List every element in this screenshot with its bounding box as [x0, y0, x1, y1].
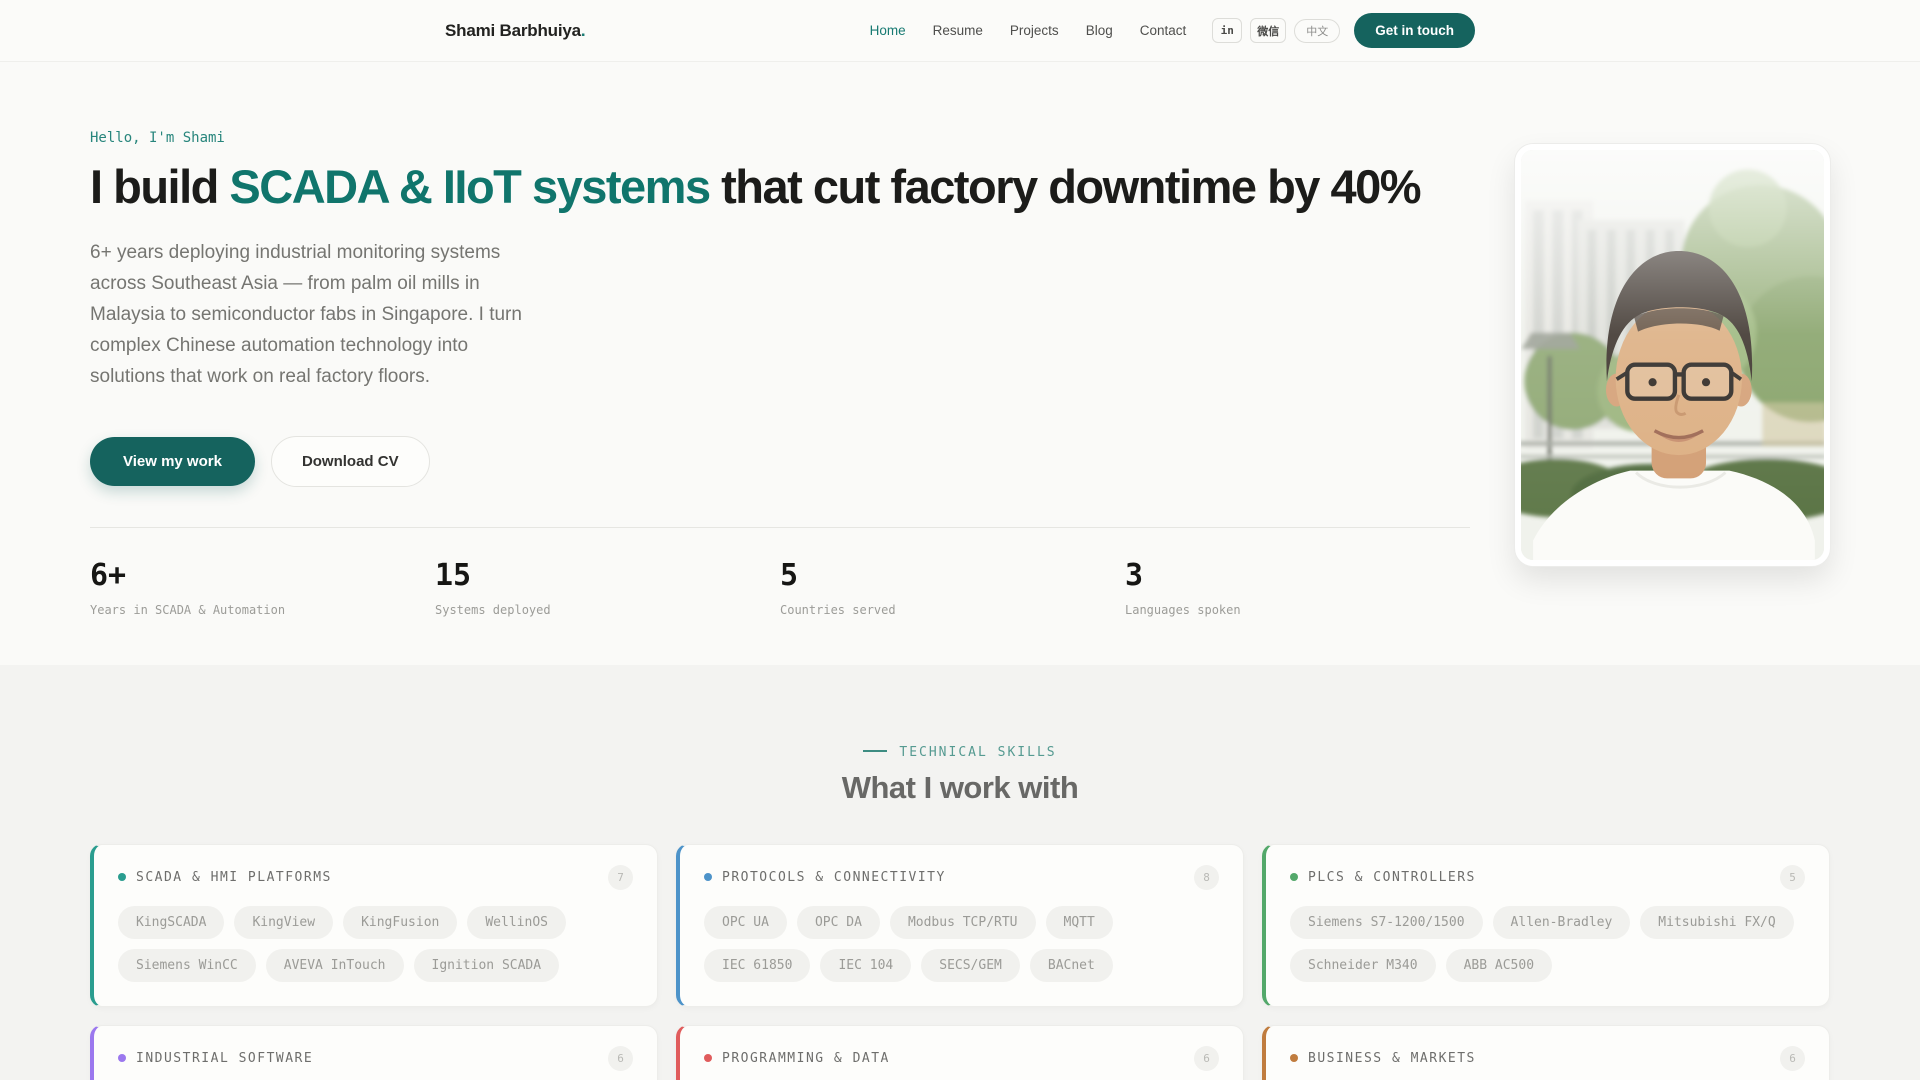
category-dot-icon	[704, 1054, 712, 1063]
skill-card: PROGRAMMING & DATA6PythonSQLC#Structured…	[676, 1024, 1244, 1080]
nav-link-contact[interactable]: Contact	[1140, 23, 1187, 38]
brand-dot: .	[580, 20, 586, 40]
stat-item: 5 Countries served	[780, 558, 1125, 617]
category-dot-icon	[1290, 1054, 1298, 1063]
stat-value: 15	[435, 557, 472, 593]
skill-card-header: INDUSTRIAL SOFTWARE 6	[118, 1045, 633, 1071]
skill-card: BUSINESS & MARKETS6Technical Pre-salesSo…	[1262, 1024, 1830, 1080]
skill-tag: KingFusion	[343, 905, 458, 939]
brand-name: Shami Barbhuiya	[445, 20, 581, 40]
category-dot-icon	[118, 873, 126, 882]
stats-row: 6+ Years in SCADA & Automation 15 Systems d…	[90, 526, 1470, 617]
skill-card-title: INDUSTRIAL SOFTWARE	[136, 1050, 314, 1066]
skill-tag: KingSCADA	[118, 905, 225, 939]
brand-logo[interactable]: Shami Barbhuiya.	[445, 20, 586, 41]
eyebrow-dash-icon	[863, 750, 888, 753]
skill-tag: BACnet	[1029, 948, 1113, 982]
main-nav: Home Resume Projects Blog Contact	[870, 23, 1187, 38]
skill-card-header: SCADA & HMI PLATFORMS 7	[118, 864, 633, 890]
skill-card-title: PLCS & CONTROLLERS	[1308, 869, 1476, 885]
category-dot-icon	[704, 873, 712, 882]
skill-card: PROTOCOLS & CONNECTIVITY 8 OPC UA OPC DA Mod…	[676, 843, 1244, 1007]
skill-tag: OPC DA	[796, 905, 880, 939]
skill-tag: Siemens WinCC	[118, 948, 256, 982]
skill-count-badge: 6	[1194, 1045, 1219, 1071]
skill-tags: OPC UA OPC DA Modbus TCP/RTU MQTT IEC 61850 I…	[704, 905, 1219, 982]
skill-tag: Schneider M340	[1290, 948, 1436, 982]
skills-section: TECHNICAL SKILLS What I work with SCADA …	[0, 664, 1920, 1080]
skill-tags: Siemens S7-1200/1500 Allen-Bradley Mitsubi…	[1290, 905, 1805, 982]
nav-link-blog[interactable]: Blog	[1086, 23, 1113, 38]
stat-item: 15 Systems deployed	[435, 558, 780, 617]
stat-item: 3 Languages spoken	[1125, 558, 1470, 617]
skill-tag: SECS/GEM	[921, 948, 1020, 982]
skill-tag: Modbus TCP/RTU	[889, 905, 1036, 939]
skill-tag: WellinOS	[467, 905, 566, 939]
skill-card-title: PROTOCOLS & CONNECTIVITY	[722, 869, 946, 885]
linkedin-badge[interactable]: in	[1212, 18, 1243, 43]
skill-tag: Ignition SCADA	[413, 948, 560, 982]
skill-count-badge: 5	[1780, 864, 1805, 890]
skill-count-badge: 6	[608, 1045, 633, 1071]
nav-link-resume[interactable]: Resume	[933, 23, 983, 38]
stat-value: 5	[780, 557, 799, 593]
nav-link-home[interactable]: Home	[870, 23, 906, 38]
stat-label: Systems deployed	[435, 602, 551, 617]
skill-tag: OPC UA	[704, 905, 787, 939]
skill-tag: Allen-Bradley	[1492, 905, 1631, 939]
eyebrow-label: TECHNICAL SKILLS	[899, 744, 1057, 760]
category-dot-icon	[118, 1054, 126, 1063]
skill-card-header: PROGRAMMING & DATA 6	[704, 1045, 1219, 1071]
skill-count-badge: 7	[608, 864, 633, 890]
skill-card-header: PROTOCOLS & CONNECTIVITY 8	[704, 864, 1219, 890]
stat-item: 6+ Years in SCADA & Automation	[90, 558, 435, 617]
skill-card-header: BUSINESS & MARKETS 6	[1290, 1045, 1805, 1071]
headline-suffix: that cut factory downtime by 40%	[709, 160, 1421, 213]
skill-card-title: SCADA & HMI PLATFORMS	[136, 869, 332, 885]
hero-headline: I build SCADA & IIoT systems that cut fa…	[90, 160, 1470, 213]
stat-value: 6+	[90, 557, 127, 593]
skills-grid: SCADA & HMI PLATFORMS 7 KingSCADA KingView K…	[90, 843, 1830, 1080]
skill-card: PLCS & CONTROLLERS 5 Siemens S7-1200/1500 A…	[1262, 843, 1830, 1007]
skill-card-title: BUSINESS & MARKETS	[1308, 1050, 1476, 1066]
headline-highlight: SCADA & IIoT systems	[229, 160, 711, 213]
skill-tag: IEC 61850	[704, 948, 811, 982]
skill-tag: MQTT	[1045, 905, 1113, 939]
stat-value: 3	[1125, 557, 1144, 593]
hero-section: Hello, I'm Shami I build SCADA & IIoT sy…	[0, 62, 1920, 665]
portrait-photo	[1515, 144, 1830, 566]
category-dot-icon	[1290, 873, 1298, 882]
skill-card-title: PROGRAMMING & DATA	[722, 1050, 890, 1066]
portrait-photo-illustration	[1521, 150, 1824, 560]
section-eyebrow: TECHNICAL SKILLS	[90, 745, 1830, 760]
site-header: Shami Barbhuiya. Home Resume Projects Blog C…	[0, 0, 1920, 62]
skill-count-badge: 6	[1780, 1045, 1805, 1071]
nav-link-projects[interactable]: Projects	[1010, 23, 1059, 38]
skill-card: SCADA & HMI PLATFORMS 7 KingSCADA KingView K…	[90, 843, 658, 1007]
headline-prefix: I build	[90, 160, 230, 213]
download-cv-button[interactable]: Download CV	[270, 435, 430, 487]
view-work-button[interactable]: View my work	[90, 436, 255, 486]
skill-tag: ABB AC500	[1445, 948, 1553, 982]
skill-card: INDUSTRIAL SOFTWARE6KingHistorianKingIOS…	[90, 1024, 658, 1080]
skill-tag: IEC 104	[820, 948, 912, 982]
get-in-touch-button[interactable]: Get in touch	[1354, 13, 1475, 48]
skill-card-header: PLCS & CONTROLLERS 5	[1290, 864, 1805, 890]
skill-tag: Siemens S7-1200/1500	[1290, 905, 1483, 939]
hero-greeting: Hello, I'm Shami	[90, 130, 225, 146]
skill-tag: Mitsubishi FX/Q	[1640, 905, 1794, 939]
skill-tags: KingSCADA KingView KingFusion WellinOS Sieme…	[118, 905, 633, 982]
language-toggle[interactable]: 中文	[1294, 18, 1341, 43]
wechat-badge[interactable]: 微信	[1250, 18, 1287, 43]
section-title: What I work with	[841, 769, 1079, 805]
skill-tag: KingView	[234, 905, 334, 939]
stat-label: Years in SCADA & Automation	[90, 602, 286, 617]
skill-tag: AVEVA InTouch	[265, 948, 404, 982]
nav-badges: in 微信 中文	[1212, 18, 1341, 43]
stat-label: Languages spoken	[1125, 602, 1241, 617]
stat-label: Countries served	[780, 602, 896, 617]
skill-count-badge: 8	[1194, 864, 1219, 890]
hero-description: 6+ years deploying industrial monitoring…	[90, 241, 522, 387]
